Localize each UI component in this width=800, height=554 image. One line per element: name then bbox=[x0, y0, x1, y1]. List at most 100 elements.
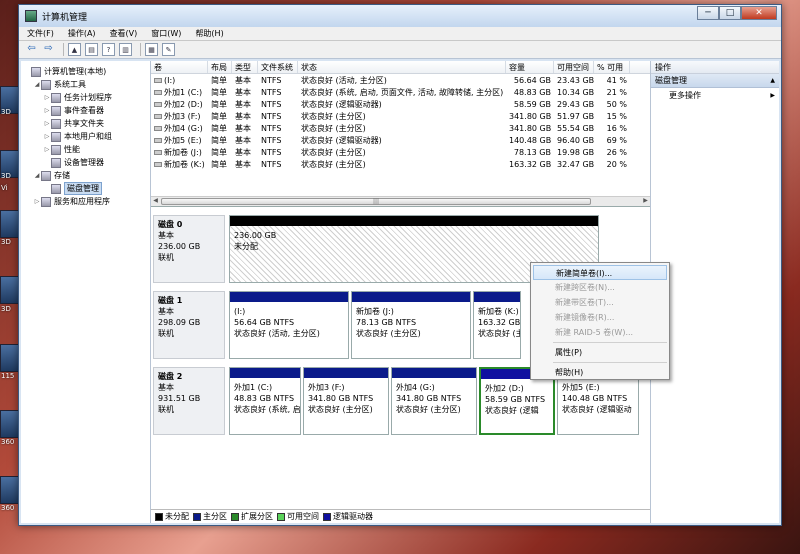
help-icon[interactable]: ? bbox=[102, 43, 115, 56]
disk-status: 联机 bbox=[158, 253, 174, 262]
expand-toggle-icon[interactable]: ▷ bbox=[43, 107, 51, 114]
more-actions[interactable]: 更多操作 ▶ bbox=[651, 88, 779, 102]
expand-toggle-icon[interactable]: ▷ bbox=[43, 146, 51, 153]
menu-action[interactable]: 操作(A) bbox=[68, 28, 96, 39]
table-row[interactable]: 新加卷 (K:) 简单 基本 NTFS 状态良好 (主分区) 163.32 GB 32.47… bbox=[151, 158, 650, 170]
table-row[interactable]: 外加1 (C:) 简单 基本 NTFS 状态良好 (系统, 启动, 页面文件, 活动, … bbox=[151, 86, 650, 98]
col-free-space[interactable]: 可用空间 bbox=[554, 61, 594, 73]
partition[interactable]: (I:) 56.64 GB NTFS 状态良好 (活动, 主分区) bbox=[229, 291, 349, 359]
desktop-icon-label: 3D bbox=[1, 108, 11, 116]
col-filesystem[interactable]: 文件系统 bbox=[258, 61, 298, 73]
tree-item[interactable]: ◢ 存储 bbox=[21, 169, 150, 182]
table-row[interactable]: 新加卷 (J:) 简单 基本 NTFS 状态良好 (主分区) 78.13 GB 19.98 … bbox=[151, 146, 650, 158]
table-cell: 10.34 GB bbox=[557, 87, 594, 97]
table-row[interactable]: 外加3 (F:) 简单 基本 NTFS 状态良好 (主分区) 341.80 GB 51.97… bbox=[151, 110, 650, 122]
expand-toggle-icon[interactable]: ▷ bbox=[33, 198, 41, 205]
horizontal-scrollbar[interactable]: ◀ ||| ▶ bbox=[151, 196, 650, 206]
menu-view[interactable]: 查看(V) bbox=[110, 28, 138, 39]
back-arrow-icon[interactable]: ⇦ bbox=[25, 43, 38, 56]
tree-item[interactable]: ▷ 事件查看器 bbox=[21, 104, 150, 117]
partition-line1: (I:) bbox=[234, 307, 246, 316]
table-cell: 状态良好 (逻辑驱动器) bbox=[301, 99, 382, 109]
table-row[interactable]: 外加5 (E:) 简单 基本 NTFS 状态良好 (逻辑驱动器) 140.48 GB 96.… bbox=[151, 134, 650, 146]
scroll-right-icon[interactable]: ▶ bbox=[641, 197, 650, 206]
partition[interactable]: 外加4 (G:) 341.80 GB NTFS 状态良好 (主分区) bbox=[391, 367, 477, 435]
console-tree-icon[interactable]: ▤ bbox=[85, 43, 98, 56]
actions-section-disk-management[interactable]: 磁盘管理 ▲ bbox=[651, 74, 779, 88]
tree-item[interactable]: 磁盘管理 bbox=[21, 182, 150, 195]
table-row[interactable]: (I:) 简单 基本 NTFS 状态良好 (活动, 主分区) 56.64 GB 23.43 … bbox=[151, 74, 650, 86]
desktop-icon[interactable] bbox=[0, 344, 20, 372]
volume-name: 新加卷 (J:) bbox=[164, 147, 202, 157]
context-menu-item: 新建 RAID-5 卷(W)... bbox=[555, 328, 634, 337]
tree-item[interactable]: ▷ 本地用户和组 bbox=[21, 130, 150, 143]
desktop-icon[interactable] bbox=[0, 410, 20, 438]
col-capacity[interactable]: 容量 bbox=[506, 61, 554, 73]
tree-item-label: 磁盘管理 bbox=[64, 182, 102, 195]
collapse-arrow-icon[interactable]: ▲ bbox=[770, 77, 775, 84]
partition-line2: 56.64 GB NTFS bbox=[234, 318, 295, 327]
expand-toggle-icon[interactable]: ▷ bbox=[43, 94, 51, 101]
desktop-icon[interactable] bbox=[0, 210, 20, 238]
menu-file[interactable]: 文件(F) bbox=[27, 28, 54, 39]
menu-help[interactable]: 帮助(H) bbox=[195, 28, 223, 39]
table-row[interactable]: 外加2 (D:) 简单 基本 NTFS 状态良好 (逻辑驱动器) 58.59 GB 29.4… bbox=[151, 98, 650, 110]
col-percent-free[interactable]: % 可用 bbox=[594, 61, 630, 73]
expand-toggle-icon[interactable]: ◢ bbox=[33, 81, 41, 88]
tree-item[interactable]: 设备管理器 bbox=[21, 156, 150, 169]
expand-toggle-icon[interactable]: ▷ bbox=[43, 133, 51, 140]
partition-line1: 新加卷 (K:) bbox=[478, 307, 519, 316]
tree-item-label: 事件查看器 bbox=[64, 106, 104, 115]
partition[interactable]: 新加卷 (J:) 78.13 GB NTFS 状态良好 (主分区) bbox=[351, 291, 471, 359]
tree-item[interactable]: ▷ 任务计划程序 bbox=[21, 91, 150, 104]
tree-item[interactable]: ▷ 服务和应用程序 bbox=[21, 195, 150, 208]
tree-item[interactable]: ▷ 共享文件夹 bbox=[21, 117, 150, 130]
desktop-icon[interactable] bbox=[0, 276, 20, 304]
expand-toggle-icon[interactable]: ◢ bbox=[33, 172, 41, 179]
tree-item-label: 设备管理器 bbox=[64, 158, 104, 167]
export-list-icon[interactable]: ✎ bbox=[162, 43, 175, 56]
partition-line1: 新加卷 (J:) bbox=[356, 307, 394, 316]
maximize-button[interactable]: □ bbox=[719, 6, 741, 20]
context-menu-item[interactable]: 新建简单卷(I)... bbox=[533, 265, 667, 280]
forward-arrow-icon[interactable]: ⇨ bbox=[42, 43, 55, 56]
context-menu-item[interactable]: 帮助(H) bbox=[531, 365, 669, 380]
desktop-icon-label: Vi bbox=[1, 184, 8, 192]
partition[interactable]: 新加卷 (K:) 163.32 GB N 状态良好 (主 bbox=[473, 291, 521, 359]
table-row[interactable]: 外加4 (G:) 简单 基本 NTFS 状态良好 (主分区) 341.80 GB 55.54… bbox=[151, 122, 650, 134]
disk-info[interactable]: 磁盘 0 基本 236.00 GB 联机 bbox=[153, 215, 225, 283]
disk-status: 联机 bbox=[158, 329, 174, 338]
tree-node-icon bbox=[41, 196, 51, 207]
col-volume[interactable]: 卷 bbox=[151, 61, 208, 73]
desktop-icon-label: 360 bbox=[1, 504, 15, 512]
show-hide-action-pane-icon[interactable]: ▥ bbox=[119, 43, 132, 56]
table-cell: 341.80 GB bbox=[509, 111, 552, 121]
col-type[interactable]: 类型 bbox=[232, 61, 258, 73]
minimize-button[interactable]: ─ bbox=[697, 6, 719, 20]
expand-toggle-icon[interactable]: ▷ bbox=[43, 120, 51, 127]
tree-item[interactable]: ◢ 系统工具 bbox=[21, 78, 150, 91]
properties-icon[interactable]: ▦ bbox=[145, 43, 158, 56]
tree-item[interactable]: ▷ 性能 bbox=[21, 143, 150, 156]
partition-line2: 78.13 GB NTFS bbox=[356, 318, 417, 327]
tree-item[interactable]: 计算机管理(本地) bbox=[21, 65, 150, 78]
disk-info[interactable]: 磁盘 1 基本 298.09 GB 联机 bbox=[153, 291, 225, 359]
partition[interactable]: 外加3 (F:) 341.80 GB NTFS 状态良好 (主分区) bbox=[303, 367, 389, 435]
partition-line2: 48.83 GB NTFS bbox=[234, 394, 295, 403]
up-folder-icon[interactable]: ▲ bbox=[68, 43, 81, 56]
table-cell: 19.98 GB bbox=[557, 147, 594, 157]
desktop-icon[interactable] bbox=[0, 476, 20, 504]
tree-item-label: 存储 bbox=[54, 171, 70, 180]
context-menu-item[interactable]: 属性(P) bbox=[531, 345, 669, 360]
table-cell: NTFS bbox=[261, 135, 282, 145]
disk-info[interactable]: 磁盘 2 基本 931.51 GB 联机 bbox=[153, 367, 225, 435]
col-layout[interactable]: 布局 bbox=[208, 61, 232, 73]
title-bar[interactable]: 计算机管理 ─ □ ✕ bbox=[19, 5, 781, 27]
scroll-left-icon[interactable]: ◀ bbox=[151, 197, 160, 206]
menu-window[interactable]: 窗口(W) bbox=[151, 28, 181, 39]
close-button[interactable]: ✕ bbox=[741, 6, 777, 20]
partition[interactable]: 外加1 (C:) 48.83 GB NTFS 状态良好 (系统, 启 bbox=[229, 367, 301, 435]
col-status[interactable]: 状态 bbox=[298, 61, 506, 73]
table-cell: 96.40 GB bbox=[557, 135, 594, 145]
scroll-thumb[interactable]: ||| bbox=[161, 198, 591, 205]
